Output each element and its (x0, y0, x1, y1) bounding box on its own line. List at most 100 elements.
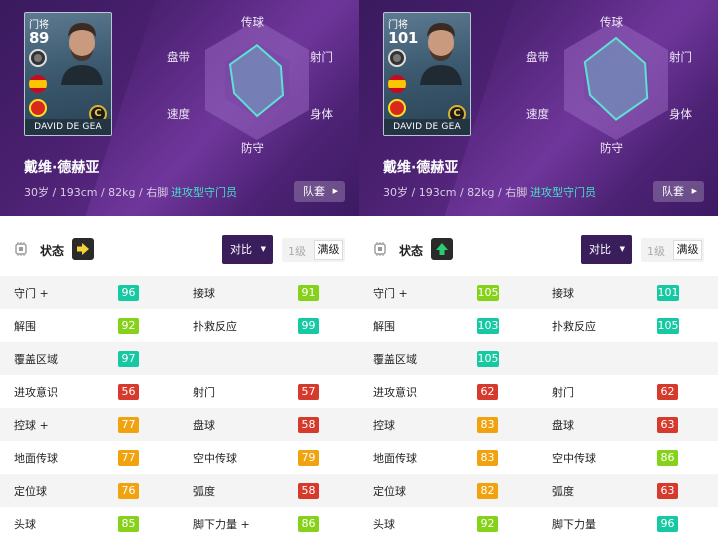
compare-button[interactable]: 对比 ▼ (222, 235, 273, 264)
stat-name: 定位球 (14, 485, 47, 498)
play-style[interactable]: 进攻型守门员 (530, 184, 596, 200)
radar-label-0: 传球 (600, 15, 623, 29)
stat-name: 定位球 (373, 485, 406, 498)
stat-name: 盘球 (552, 419, 574, 432)
stat-value-badge: 86 (298, 516, 319, 532)
stat-name: 扑救反应 (552, 320, 596, 333)
stat-name: 头球 (14, 518, 36, 531)
skill-badge-icon (29, 49, 47, 67)
stat-name: 弧度 (193, 485, 215, 498)
stat-name: 守门 + (14, 287, 49, 300)
chevron-right-icon: ▶ (691, 187, 697, 195)
level-max-option[interactable]: 满级 (314, 240, 343, 260)
stat-row: 覆盖区域 105 (359, 342, 718, 375)
player-header: 门将 89 C DAVID DE GEA 传球 射门 身体 防守 速度 盘带 戴… (0, 0, 359, 216)
stat-value-badge: 56 (118, 384, 139, 400)
player-panel-right: 门将 101 C DAVID DE GEA 传球 射门 身体 防守 速度 盘带 … (359, 0, 718, 543)
gear-icon[interactable] (373, 242, 387, 256)
team-kit-button[interactable]: 队套 ▶ (294, 181, 345, 202)
radar-label-5: 盘带 (167, 50, 190, 64)
stat-value-badge: 86 (657, 450, 678, 466)
stat-value-badge: 105 (657, 318, 679, 334)
stat-value-badge: 77 (118, 417, 139, 433)
stat-name: 空中传球 (552, 452, 596, 465)
stat-value-badge: 76 (118, 483, 139, 499)
arrow-up-icon[interactable] (431, 238, 453, 260)
stat-name: 弧度 (552, 485, 574, 498)
chevron-down-icon: ▼ (260, 245, 266, 253)
stat-name: 射门 (193, 386, 215, 399)
stat-value-badge: 101 (657, 285, 679, 301)
stat-name: 守门 + (373, 287, 408, 300)
stat-name: 盘球 (193, 419, 215, 432)
stat-name: 脚下力量 (552, 518, 596, 531)
player-name: 戴维·德赫亚 (24, 160, 100, 176)
skill-badge-icon (388, 49, 406, 67)
stat-value-badge: 91 (298, 285, 319, 301)
level-1-option[interactable]: 1级 (647, 243, 665, 259)
radar-label-3: 防守 (600, 141, 623, 155)
stat-value-badge: 58 (298, 417, 319, 433)
stat-value-badge: 57 (298, 384, 319, 400)
compare-button[interactable]: 对比 ▼ (581, 235, 632, 264)
radar-label-2: 身体 (310, 107, 333, 121)
stat-value-badge: 83 (477, 450, 498, 466)
stat-value-badge: 97 (118, 351, 139, 367)
arrow-right-icon[interactable] (72, 238, 94, 260)
player-portrait (61, 23, 103, 85)
stat-name: 解围 (14, 320, 36, 333)
stat-row: 解围 103 扑救反应 105 (359, 309, 718, 342)
team-kit-button[interactable]: 队套 ▶ (653, 181, 704, 202)
stat-value-badge: 105 (477, 351, 499, 367)
player-panel-left: 门将 89 C DAVID DE GEA 传球 射门 身体 防守 速度 盘带 戴… (0, 0, 359, 543)
stat-name: 控球 + (14, 419, 49, 432)
stat-name: 接球 (552, 287, 574, 300)
stat-value-badge: 77 (118, 450, 139, 466)
level-toggle: 1级 满级 (282, 238, 345, 262)
player-card[interactable]: 门将 89 C DAVID DE GEA (24, 12, 112, 136)
stat-row: 地面传球 83 空中传球 86 (359, 441, 718, 474)
stat-name: 接球 (193, 287, 215, 300)
stat-row: 定位球 82 弧度 63 (359, 474, 718, 507)
stats-toolbar: 状态 对比 ▼ 1级 满级 (0, 216, 359, 280)
level-toggle: 1级 满级 (641, 238, 704, 262)
chevron-right-icon: ▶ (332, 187, 338, 195)
club-crest-icon (29, 99, 47, 117)
stat-row: 解围 92 扑救反应 99 (0, 309, 359, 342)
player-card[interactable]: 门将 101 C DAVID DE GEA (383, 12, 471, 136)
stat-value-badge: 83 (477, 417, 498, 433)
compare-label: 对比 (589, 243, 611, 256)
compare-label: 对比 (230, 243, 252, 256)
player-header: 门将 101 C DAVID DE GEA 传球 射门 身体 防守 速度 盘带 … (359, 0, 718, 216)
spain-flag-icon (29, 75, 47, 93)
player-portrait (420, 23, 462, 85)
stat-value-badge: 103 (477, 318, 499, 334)
stat-name: 射门 (552, 386, 574, 399)
stat-row: 守门 + 96 接球 91 (0, 276, 359, 309)
stat-row: 守门 + 105 接球 101 (359, 276, 718, 309)
stats-table: 守门 + 105 接球 101 解围 103 扑救反应 105 覆盖区域 105 进攻意识 62 射门 6… (359, 276, 718, 540)
stat-value-badge: 99 (298, 318, 319, 334)
stat-row: 覆盖区域 97 (0, 342, 359, 375)
stat-name: 进攻意识 (14, 386, 58, 399)
level-max-option[interactable]: 满级 (673, 240, 702, 260)
stat-name: 扑救反应 (193, 320, 237, 333)
level-1-option[interactable]: 1级 (288, 243, 306, 259)
stat-row: 控球 83 盘球 63 (359, 408, 718, 441)
stat-value-badge: 92 (118, 318, 139, 334)
stats-table: 守门 + 96 接球 91 解围 92 扑救反应 99 覆盖区域 97 进攻意识 56 射门 57 控球 +… (0, 276, 359, 540)
chevron-down-icon: ▼ (619, 245, 625, 253)
stat-row: 头球 85 脚下力量 + 86 (0, 507, 359, 540)
stat-value-badge: 82 (477, 483, 498, 499)
stat-row: 定位球 76 弧度 58 (0, 474, 359, 507)
stat-row: 控球 + 77 盘球 58 (0, 408, 359, 441)
gear-icon[interactable] (14, 242, 28, 256)
radar-label-1: 射门 (669, 50, 692, 64)
play-style[interactable]: 进攻型守门员 (171, 184, 237, 200)
stat-name: 地面传球 (373, 452, 417, 465)
stat-name: 覆盖区域 (373, 353, 417, 366)
status-label: 状态 (399, 244, 424, 258)
stat-value-badge: 58 (298, 483, 319, 499)
club-crest-icon (388, 99, 406, 117)
stat-row: 地面传球 77 空中传球 79 (0, 441, 359, 474)
